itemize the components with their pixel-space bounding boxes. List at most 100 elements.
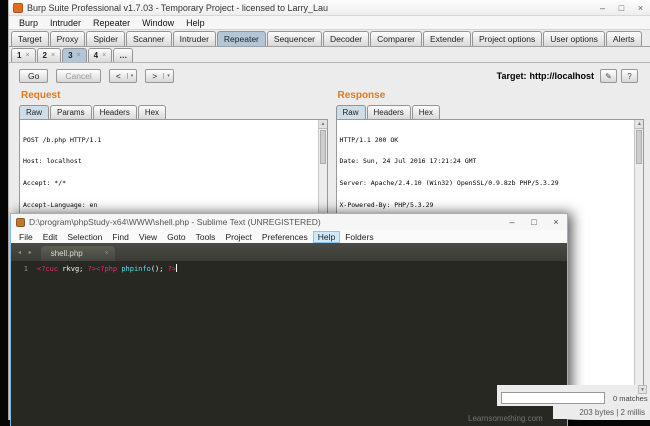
scroll-up-icon[interactable]: ▲ xyxy=(635,120,644,129)
tab-spider[interactable]: Spider xyxy=(86,31,125,46)
menu-repeater[interactable]: Repeater xyxy=(87,18,136,28)
sublime-tab-label: shell.php xyxy=(50,249,83,258)
pencil-icon: ✎ xyxy=(605,71,612,81)
response-timing-label: 203 bytes | 2 millis xyxy=(553,406,650,419)
sublime-window-controls: – □ × xyxy=(501,217,567,227)
close-tab-icon[interactable]: × xyxy=(51,52,55,59)
response-tab-headers[interactable]: Headers xyxy=(366,105,411,119)
chevron-down-icon[interactable]: ▾ xyxy=(126,73,137,79)
next-request-button[interactable]: > ▾ xyxy=(145,69,174,83)
repeater-tab-more[interactable]: … xyxy=(113,48,134,62)
menu-goto[interactable]: Goto xyxy=(162,232,190,242)
scroll-up-icon[interactable]: ▲ xyxy=(318,120,327,129)
menu-tools[interactable]: Tools xyxy=(191,232,221,242)
prev-icon[interactable]: < xyxy=(110,71,127,81)
close-tab-icon[interactable]: × xyxy=(77,52,81,59)
minimize-icon[interactable]: – xyxy=(501,217,523,227)
tab-extender[interactable]: Extender xyxy=(422,31,471,46)
repeater-tab-more-label: … xyxy=(119,51,128,60)
next-icon[interactable]: > xyxy=(146,71,163,81)
burp-app-icon xyxy=(13,2,23,13)
repeater-tab-1[interactable]: 1 × xyxy=(11,48,36,62)
repeater-tab-3[interactable]: 3 × xyxy=(62,48,87,62)
repeater-subtabs: 1 × 2 × 3 × 4 × … xyxy=(9,47,650,63)
response-panel-title: Response xyxy=(337,90,386,101)
edit-target-button[interactable]: ✎ xyxy=(600,69,617,83)
repeater-tab-4[interactable]: 4 × xyxy=(87,48,113,62)
go-button[interactable]: Go xyxy=(19,69,49,83)
chevron-down-icon[interactable]: ▾ xyxy=(163,73,173,79)
menu-burp[interactable]: Burp xyxy=(13,18,44,28)
tab-scanner[interactable]: Scanner xyxy=(125,31,172,46)
response-search-bar: ▼ 0 matches xyxy=(497,385,650,406)
cancel-button: Cancel xyxy=(56,69,101,83)
menu-intruder[interactable]: Intruder xyxy=(44,18,87,28)
close-tab-icon[interactable]: × xyxy=(25,52,29,59)
tab-target[interactable]: Target xyxy=(11,31,49,46)
search-input[interactable] xyxy=(501,392,605,404)
tab-decoder[interactable]: Decoder xyxy=(323,31,370,46)
question-icon: ? xyxy=(627,71,632,81)
help-button[interactable]: ? xyxy=(621,69,638,83)
burp-titlebar: Burp Suite Professional v1.7.03 - Tempor… xyxy=(9,0,650,16)
menu-find[interactable]: Find xyxy=(107,232,134,242)
burp-menubar: Burp Intruder Repeater Window Help xyxy=(9,16,650,30)
sublime-tabbar: ◂ ▸ shell.php × xyxy=(11,243,567,261)
menu-selection[interactable]: Selection xyxy=(62,232,107,242)
request-panel-title: Request xyxy=(21,90,61,101)
sublime-tab-shellphp[interactable]: shell.php × xyxy=(40,246,115,261)
request-editor-tabs: Raw Params Headers Hex xyxy=(19,104,328,119)
close-icon[interactable]: × xyxy=(545,217,567,227)
request-tab-hex[interactable]: Hex xyxy=(137,105,167,119)
request-tab-raw[interactable]: Raw xyxy=(19,105,50,119)
request-tab-headers[interactable]: Headers xyxy=(92,105,137,119)
repeater-tab-4-label: 4 xyxy=(93,51,99,60)
tab-user-options[interactable]: User options xyxy=(543,31,605,46)
prev-request-button[interactable]: < ▾ xyxy=(108,69,138,83)
menu-help[interactable]: Help xyxy=(312,230,341,243)
burp-main-tabs: Target Proxy Spider Scanner Intruder Rep… xyxy=(9,30,650,47)
scrollbar-thumb[interactable] xyxy=(319,130,326,164)
scrollbar-thumb[interactable] xyxy=(636,130,642,164)
tab-scroll-arrows-icon[interactable]: ◂ ▸ xyxy=(18,249,35,256)
burp-window-controls: – □ × xyxy=(593,3,650,13)
close-icon[interactable]: × xyxy=(631,3,650,13)
response-tab-hex[interactable]: Hex xyxy=(411,105,440,119)
sublime-window-title: D:\program\phpStudy-x64\WWW\shell.php - … xyxy=(29,217,321,227)
tab-proxy[interactable]: Proxy xyxy=(49,31,86,46)
request-tab-params[interactable]: Params xyxy=(50,105,92,119)
text-cursor xyxy=(176,264,178,272)
response-scrollbar[interactable]: ▲ xyxy=(634,120,644,390)
tab-intruder[interactable]: Intruder xyxy=(172,31,216,46)
desktop: Burp Suite Professional v1.7.03 - Tempor… xyxy=(0,0,650,426)
scroll-down-icon[interactable]: ▼ xyxy=(638,385,647,394)
repeater-tab-3-label: 3 xyxy=(68,51,73,60)
tab-project-options[interactable]: Project options xyxy=(471,31,543,46)
menu-view[interactable]: View xyxy=(134,232,162,242)
response-tab-raw[interactable]: Raw xyxy=(335,105,366,119)
sublime-menubar: File Edit Selection Find View Goto Tools… xyxy=(11,230,567,243)
close-tab-icon[interactable]: × xyxy=(102,52,106,59)
close-tab-icon[interactable]: × xyxy=(105,250,109,257)
maximize-icon[interactable]: □ xyxy=(523,217,545,227)
minimize-icon[interactable]: – xyxy=(593,3,612,13)
sublime-window: D:\program\phpStudy-x64\WWW\shell.php - … xyxy=(10,213,568,426)
repeater-tab-2[interactable]: 2 × xyxy=(36,48,62,62)
tab-alerts[interactable]: Alerts xyxy=(605,31,642,46)
response-editor-tabs: Raw Headers Hex xyxy=(335,104,645,119)
menu-help[interactable]: Help xyxy=(180,18,211,28)
tab-sequencer[interactable]: Sequencer xyxy=(266,31,322,46)
menu-window[interactable]: Window xyxy=(136,18,180,28)
maximize-icon[interactable]: □ xyxy=(612,3,631,13)
target-zone: Target: http://localhost ✎ ? xyxy=(497,69,642,83)
tab-repeater[interactable]: Repeater xyxy=(216,31,266,46)
sublime-editor[interactable]: 1 <?cuc rkvg; ?><?php phpinfo(); ?> xyxy=(11,261,567,274)
menu-file[interactable]: File xyxy=(14,232,38,242)
menu-folders[interactable]: Folders xyxy=(340,232,378,242)
menu-edit[interactable]: Edit xyxy=(38,232,63,242)
repeater-tab-2-label: 2 xyxy=(42,51,47,60)
line-number: 1 xyxy=(23,265,28,273)
menu-project[interactable]: Project xyxy=(220,232,256,242)
tab-comparer[interactable]: Comparer xyxy=(370,31,422,46)
menu-preferences[interactable]: Preferences xyxy=(257,232,313,242)
